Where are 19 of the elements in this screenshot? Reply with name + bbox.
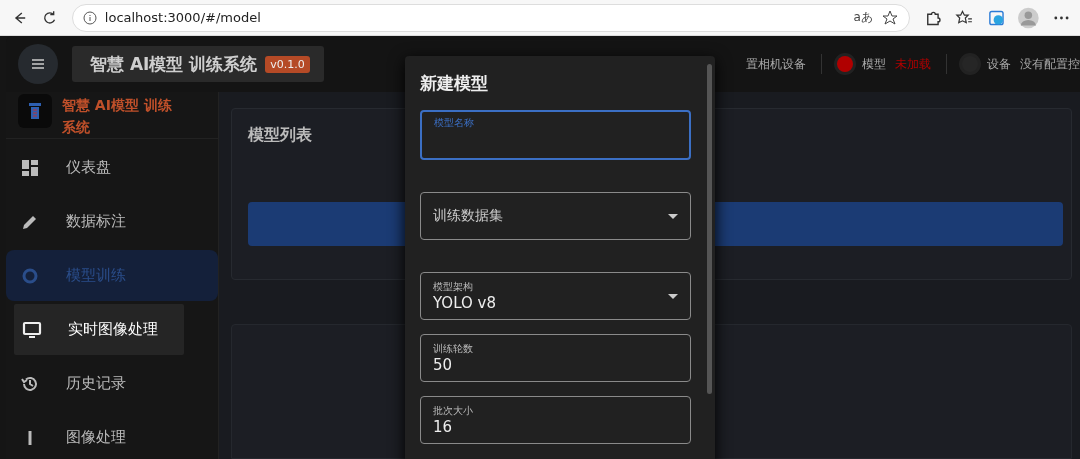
status-label: 模型	[862, 55, 886, 73]
field-label: 模型架构	[433, 280, 474, 294]
status-value: 没有配置控	[1020, 55, 1080, 73]
field-placeholder: 训练数据集	[433, 207, 504, 225]
card-title: 模型列表	[248, 125, 312, 146]
dialog-title: 新建模型	[420, 72, 489, 95]
status-value: 未加载	[895, 55, 931, 73]
field-value: 50	[433, 356, 454, 374]
app-title: 智慧 AI模型 训练系统	[90, 52, 258, 76]
field-label: 批次大小	[433, 404, 474, 418]
url-text: localhost:3000/#/model	[104, 10, 261, 25]
field-value: 16	[433, 418, 454, 436]
status-text: 置相机设备	[746, 55, 806, 73]
field-value: YOLO v8	[433, 294, 497, 312]
field-label: 训练轮数	[433, 342, 474, 356]
brand-name: 智慧 AI模型 训练系统	[62, 96, 173, 137]
version-badge: v0.1.0	[265, 55, 310, 73]
field-label: 模型名称	[434, 116, 475, 130]
status-label: 设备	[987, 55, 1011, 73]
